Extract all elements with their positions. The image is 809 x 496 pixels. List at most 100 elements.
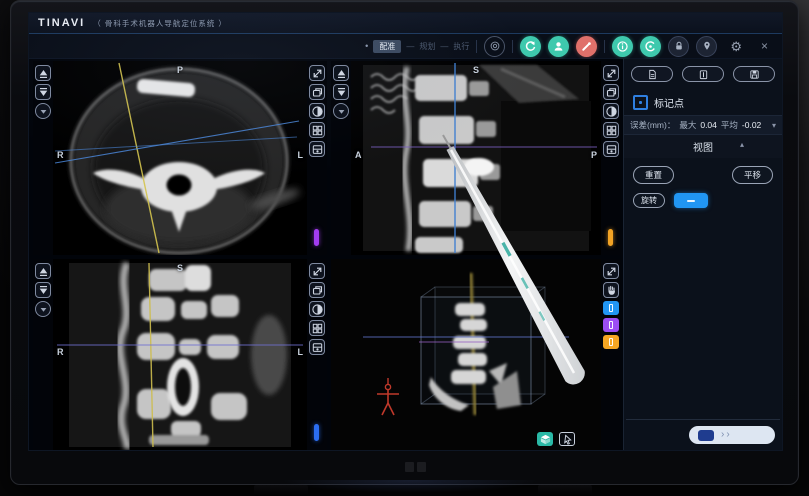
slice-down-button[interactable] — [35, 282, 51, 298]
location-button[interactable] — [696, 36, 717, 57]
slice-up-button[interactable] — [35, 65, 51, 81]
layers-button[interactable] — [309, 84, 325, 100]
tab-export-file[interactable] — [733, 66, 775, 82]
error-max-label: 最大 — [679, 119, 696, 131]
title-bar: TINAVI （ 骨科手术机器人导航定位系统 ） — [29, 13, 782, 34]
lock-button[interactable] — [668, 36, 689, 57]
tool-swatch-icon — [609, 338, 613, 346]
fullscreen-button[interactable] — [309, 65, 325, 81]
info-button[interactable] — [612, 36, 633, 57]
expand-icon — [311, 67, 324, 80]
capture-button[interactable] — [603, 141, 619, 157]
probe-view-blue-button[interactable] — [603, 301, 619, 315]
grid-layout-button[interactable] — [309, 122, 325, 138]
sync-button[interactable] — [520, 36, 541, 57]
slice-up-button[interactable] — [35, 263, 51, 279]
recenter-button[interactable] — [35, 103, 51, 119]
three-d-scene[interactable] — [331, 259, 601, 450]
axial-ct-view[interactable]: P R L — [53, 61, 307, 255]
tab-edit-file[interactable] — [682, 66, 724, 82]
view-mode-toggle[interactable] — [674, 193, 708, 208]
layers-button[interactable] — [309, 282, 325, 298]
contrast-button[interactable] — [309, 301, 325, 317]
capture-button[interactable] — [309, 141, 325, 157]
slice-down-button[interactable] — [333, 84, 349, 100]
grid-layout-button[interactable] — [603, 122, 619, 138]
sidebar-tabs — [624, 59, 782, 88]
grid-icon — [311, 124, 324, 137]
view-section-header[interactable]: 视图 ▴ — [624, 135, 782, 158]
user-icon — [552, 40, 565, 53]
fullscreen-button[interactable] — [309, 263, 325, 279]
tracker-status-button[interactable] — [484, 36, 505, 57]
gear-icon: ⚙ — [730, 39, 742, 54]
sagittal-view-panel: S A P — [331, 61, 621, 255]
recenter-button[interactable] — [333, 103, 349, 119]
settings-button[interactable]: ⚙ — [724, 39, 748, 54]
capture-button[interactable] — [309, 339, 325, 355]
error-max-value: 0.04 — [700, 120, 717, 130]
viewport-grid: P R L — [29, 59, 623, 451]
contrast-button[interactable] — [603, 103, 619, 119]
sync-icon — [524, 40, 537, 53]
reset-view-button[interactable]: 重置 — [633, 166, 674, 184]
three-d-mode-button[interactable] — [537, 432, 553, 446]
recenter-button[interactable] — [35, 301, 51, 317]
slice-up-button[interactable] — [333, 65, 349, 81]
surgical-tool-icon — [580, 40, 593, 53]
camera-control-button[interactable]: ›› — [689, 426, 775, 444]
step-execute[interactable]: 执行 — [453, 41, 469, 52]
coronal-ct-view[interactable]: S R L — [53, 259, 307, 450]
chevron-down-icon[interactable]: ▾ — [772, 121, 776, 130]
rotate-view-button[interactable]: 旋转 — [633, 193, 665, 208]
layers-button[interactable] — [603, 84, 619, 100]
pan-view-button[interactable]: 平移 — [732, 166, 773, 184]
pan-hand-button[interactable] — [603, 282, 619, 298]
toolbar-divider — [476, 40, 477, 53]
tab-plan-file[interactable] — [631, 66, 673, 82]
monitor: TINAVI （ 骨科手术机器人导航定位系统 ） • 配准 — 规划 — 执行 — [10, 0, 799, 485]
arrow-up-icon — [37, 265, 50, 278]
orientation-label-posterior: P — [177, 65, 183, 75]
fullscreen-button[interactable] — [603, 263, 619, 279]
step-bullet-icon: • — [365, 41, 368, 51]
application-screen: TINAVI （ 骨科手术机器人导航定位系统 ） • 配准 — 规划 — 执行 — [28, 12, 783, 451]
three-d-spine-render — [331, 259, 601, 450]
patient-button[interactable] — [548, 36, 569, 57]
marker-row[interactable]: 标记点 — [624, 88, 782, 115]
chevrons-icon: ›› — [721, 430, 732, 440]
view-section-title: 视图 — [693, 143, 713, 154]
step-active[interactable]: 配准 — [373, 40, 401, 53]
three-d-corner-tools — [537, 432, 575, 446]
tool-alert-button[interactable] — [576, 36, 597, 57]
tool-swatch-icon — [609, 304, 613, 312]
scene-reset-button[interactable] — [559, 432, 575, 446]
chevron-up-icon: ▴ — [740, 140, 744, 149]
slice-down-button[interactable] — [35, 84, 51, 100]
caret-circle-icon — [37, 105, 50, 118]
probe-view-purple-button[interactable] — [603, 318, 619, 332]
error-label: 误差(mm)： — [630, 119, 675, 131]
contrast-button[interactable] — [309, 103, 325, 119]
camera-target-button[interactable] — [640, 36, 661, 57]
close-button[interactable]: × — [755, 39, 774, 53]
save-icon — [749, 69, 760, 80]
probe-view-orange-button[interactable] — [603, 335, 619, 349]
axial-slice-slider[interactable] — [314, 229, 319, 246]
sagittal-ct-view[interactable]: S A P — [351, 61, 601, 255]
arrow-down-icon — [335, 86, 348, 99]
fullscreen-button[interactable] — [603, 65, 619, 81]
coronal-slice-slider[interactable] — [314, 424, 319, 441]
contrast-icon — [311, 303, 324, 316]
orientation-label-left: L — [298, 150, 304, 160]
toolbar-divider — [604, 40, 605, 53]
sagittal-slice-slider[interactable] — [608, 229, 613, 246]
expand-icon — [605, 265, 618, 278]
close-icon: × — [761, 39, 768, 53]
grid-layout-button[interactable] — [309, 320, 325, 336]
caret-circle-icon — [37, 303, 50, 316]
step-planning[interactable]: 规划 — [419, 41, 435, 52]
sagittal-right-toolbar — [601, 61, 621, 255]
orientation-label-right: R — [57, 150, 64, 160]
grid-icon — [605, 124, 618, 137]
